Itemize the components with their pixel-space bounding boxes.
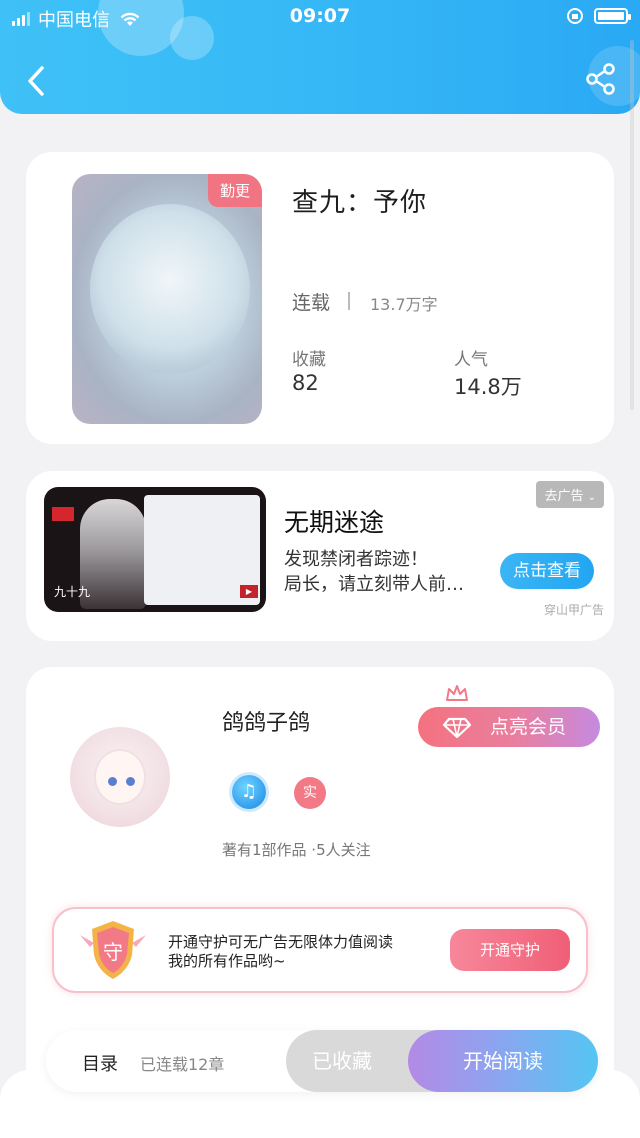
author-avatar[interactable] <box>70 727 170 827</box>
share-button[interactable] <box>584 62 618 96</box>
favorites-label: 收藏 <box>292 350 326 370</box>
chapter-count: 已连载12章 <box>140 1055 225 1074</box>
avatar-face <box>94 749 146 805</box>
verified-badge: 实 <box>294 777 326 809</box>
status-bar: 中国电信 09:07 <box>0 0 640 34</box>
book-title: 查九：予你 <box>292 188 428 218</box>
guard-text-line: 我的所有作品哟~ <box>168 952 286 970</box>
ad-card[interactable]: 九十九 ▶ 去广告 ⌄ 无期迷途 发现禁闭者踪迹！ 局长，请立刻带人前… 点击查… <box>26 471 614 641</box>
guard-shield-icon: 守 <box>80 921 146 979</box>
popularity-label: 人气 <box>454 350 488 370</box>
guard-text-line: 开通守护可无广告无限体力值阅读 <box>168 933 394 951</box>
music-badge-icon: ♫ <box>232 775 266 809</box>
ad-image[interactable]: 九十九 ▶ <box>44 487 266 612</box>
ad-image-caption: 九十九 <box>54 585 91 599</box>
update-badge: 勤更 <box>207 174 262 207</box>
word-count: 13.7万字 <box>370 295 438 314</box>
remove-ad-label: 去广告 <box>544 489 584 504</box>
share-icon <box>586 63 615 95</box>
ad-source: 穿山甲广告 <box>543 603 604 617</box>
guard-description: 开通守护可无广告无限体力值阅读 我的所有作品哟~ <box>168 933 393 971</box>
ad-title: 无期迷途 <box>284 508 385 537</box>
diamond-icon <box>442 717 472 739</box>
battery-icon <box>594 8 631 24</box>
ad-description: 发现禁闭者踪迹！ 局长，请立刻带人前… <box>284 547 494 597</box>
toc-button[interactable]: 目录 <box>82 1050 118 1076</box>
ad-image-logo <box>52 507 74 521</box>
author-stats: 著有1部作品 ·5人关注 <box>222 841 371 859</box>
crown-icon <box>446 685 468 701</box>
guard-icon-char: 守 <box>103 940 123 964</box>
book-status: 连载 <box>292 292 331 314</box>
book-info-card: 勤更 查九：予你 连载 13.7万字 收藏 82 人气 14.8万 <box>26 152 614 444</box>
favorites-value: 82 <box>292 371 319 395</box>
bottom-action-bar: 目录 已连载12章 已收藏 开始阅读 <box>46 1030 598 1092</box>
book-cover[interactable]: 勤更 <box>72 174 262 424</box>
remove-ad-button[interactable]: 去广告 ⌄ <box>536 481 604 508</box>
chevron-left-icon <box>28 66 44 96</box>
popularity-value: 14.8万 <box>454 375 522 399</box>
chevron-down-icon: ⌄ <box>587 492 596 503</box>
author-name[interactable]: 鸽鸽子鸽 <box>222 705 310 737</box>
divider <box>348 292 350 310</box>
ad-view-button[interactable]: 点击查看 <box>500 553 594 589</box>
open-guard-button[interactable]: 开通守护 <box>450 929 570 971</box>
ad-desc-line: 局长，请立刻带人前… <box>284 574 464 595</box>
back-button[interactable] <box>22 64 52 98</box>
start-reading-button[interactable]: 开始阅读 <box>408 1030 598 1092</box>
scrollbar[interactable] <box>630 40 634 410</box>
orientation-lock-icon <box>567 8 583 24</box>
clock: 09:07 <box>289 5 351 27</box>
top-header: 中国电信 09:07 <box>0 0 640 114</box>
cover-artwork <box>90 204 250 374</box>
ad-image-button: ▶ <box>239 585 258 598</box>
ad-desc-line: 发现禁闭者踪迹！ <box>284 549 428 570</box>
guard-promo: 守 开通守护可无广告无限体力值阅读 我的所有作品哟~ 开通守护 <box>52 907 588 993</box>
